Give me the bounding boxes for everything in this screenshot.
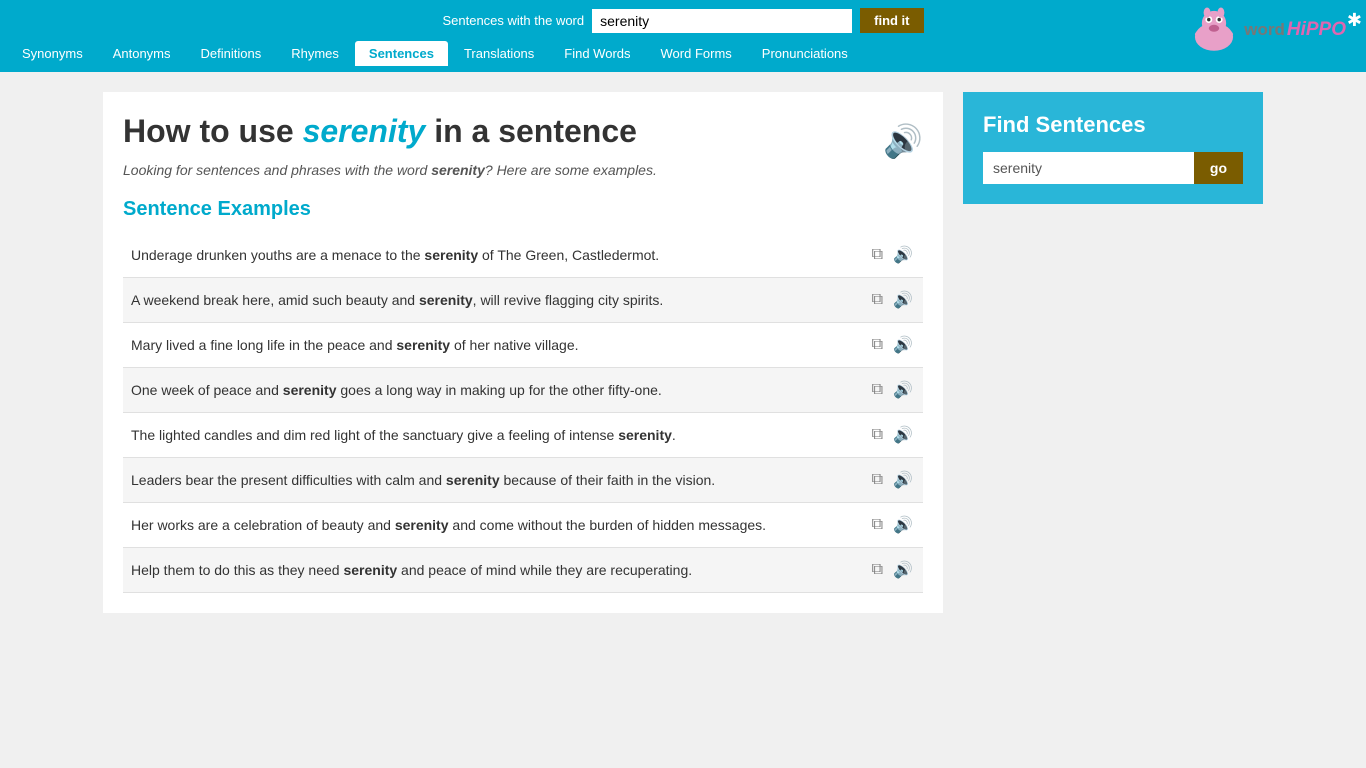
sentence-text: Help them to do this as they need sereni…: [131, 561, 862, 581]
audio-button-main[interactable]: 🔊: [883, 122, 923, 160]
table-row: Help them to do this as they need sereni…: [123, 548, 923, 593]
find-sentences-box: Find Sentences go: [963, 92, 1263, 204]
copy-icon[interactable]: ⧉: [870, 469, 885, 491]
logo-text: word HiPPO: [1244, 19, 1346, 41]
intro-suffix: ? Here are some examples.: [485, 162, 657, 178]
section-title: Sentence Examples: [123, 198, 923, 221]
row-icons: ⧉ 🔊: [870, 288, 915, 312]
main-layout: 🔊 How to use serenity in a sentence Look…: [83, 72, 1283, 633]
find-it-button[interactable]: find it: [860, 8, 923, 33]
table-row: Her works are a celebration of beauty an…: [123, 503, 923, 548]
tab-synonyms[interactable]: Synonyms: [8, 41, 97, 66]
audio-icon[interactable]: 🔊: [891, 333, 915, 357]
sentence-text: One week of peace and serenity goes a lo…: [131, 381, 862, 401]
intro-prefix: Looking for sentences and phrases with t…: [123, 162, 427, 178]
intro-text: Looking for sentences and phrases with t…: [123, 162, 923, 178]
copy-icon[interactable]: ⧉: [870, 379, 885, 401]
table-row: Underage drunken youths are a menace to …: [123, 233, 923, 278]
audio-icon[interactable]: 🔊: [891, 513, 915, 537]
find-sentences-title: Find Sentences: [983, 112, 1243, 138]
hippo-logo-icon: [1188, 4, 1240, 56]
copy-icon[interactable]: ⧉: [870, 289, 885, 311]
audio-icon[interactable]: 🔊: [891, 558, 915, 582]
copy-icon[interactable]: ⧉: [870, 514, 885, 536]
row-icons: ⧉ 🔊: [870, 468, 915, 492]
logo-area: word HiPPO: [1188, 4, 1346, 56]
audio-icon[interactable]: 🔊: [891, 288, 915, 312]
star-icon[interactable]: ✱: [1347, 10, 1362, 31]
logo-word: word: [1244, 20, 1285, 40]
row-icons: ⧉ 🔊: [870, 423, 915, 447]
top-search-bar: Sentences with the word find it: [0, 0, 1366, 41]
heading-pre: How to use: [123, 113, 294, 149]
heading-post: in a sentence: [434, 113, 637, 149]
logo-container: word HiPPO: [1188, 4, 1346, 56]
table-row: One week of peace and serenity goes a lo…: [123, 368, 923, 413]
tab-definitions[interactable]: Definitions: [187, 41, 276, 66]
row-icons: ⧉ 🔊: [870, 558, 915, 582]
tab-pronunciations[interactable]: Pronunciations: [748, 41, 862, 66]
sidebar-go-button[interactable]: go: [1194, 152, 1243, 184]
row-icons: ⧉ 🔊: [870, 513, 915, 537]
heading-word: serenity: [303, 113, 426, 149]
row-icons: ⧉ 🔊: [870, 243, 915, 267]
sentence-text: A weekend break here, amid such beauty a…: [131, 291, 862, 311]
tab-antonyms[interactable]: Antonyms: [99, 41, 185, 66]
row-icons: ⧉ 🔊: [870, 333, 915, 357]
logo-hippo: HiPPO: [1287, 19, 1346, 41]
copy-icon[interactable]: ⧉: [870, 559, 885, 581]
table-row: Mary lived a fine long life in the peace…: [123, 323, 923, 368]
audio-icon[interactable]: 🔊: [891, 243, 915, 267]
copy-icon[interactable]: ⧉: [870, 334, 885, 356]
nav-tabs: Synonyms Antonyms Definitions Rhymes Sen…: [0, 41, 1366, 72]
sidebar-search-input[interactable]: [983, 152, 1194, 184]
search-input[interactable]: [592, 9, 852, 33]
tab-find-words[interactable]: Find Words: [550, 41, 644, 66]
table-row: A weekend break here, amid such beauty a…: [123, 278, 923, 323]
copy-icon[interactable]: ⧉: [870, 424, 885, 446]
tab-sentences[interactable]: Sentences: [355, 41, 448, 66]
copy-icon[interactable]: ⧉: [870, 244, 885, 266]
tab-translations[interactable]: Translations: [450, 41, 548, 66]
audio-icon[interactable]: 🔊: [891, 468, 915, 492]
sidebar-search-row: go: [983, 152, 1243, 184]
sidebar: Find Sentences go: [963, 92, 1263, 613]
sentence-text: Underage drunken youths are a menace to …: [131, 246, 862, 266]
audio-icon[interactable]: 🔊: [891, 378, 915, 402]
search-label: Sentences with the word: [442, 13, 584, 28]
table-row: The lighted candles and dim red light of…: [123, 413, 923, 458]
tab-rhymes[interactable]: Rhymes: [277, 41, 353, 66]
sentence-text: Leaders bear the present difficulties wi…: [131, 471, 862, 491]
page-heading: How to use serenity in a sentence: [123, 112, 923, 150]
content-area: 🔊 How to use serenity in a sentence Look…: [103, 92, 943, 613]
tab-word-forms[interactable]: Word Forms: [647, 41, 746, 66]
table-row: Leaders bear the present difficulties wi…: [123, 458, 923, 503]
intro-word: serenity: [431, 162, 485, 178]
audio-icon[interactable]: 🔊: [891, 423, 915, 447]
sentences-list: Underage drunken youths are a menace to …: [123, 233, 923, 593]
sentence-text: Her works are a celebration of beauty an…: [131, 516, 862, 536]
sentence-text: Mary lived a fine long life in the peace…: [131, 336, 862, 356]
sentence-text: The lighted candles and dim red light of…: [131, 426, 862, 446]
row-icons: ⧉ 🔊: [870, 378, 915, 402]
